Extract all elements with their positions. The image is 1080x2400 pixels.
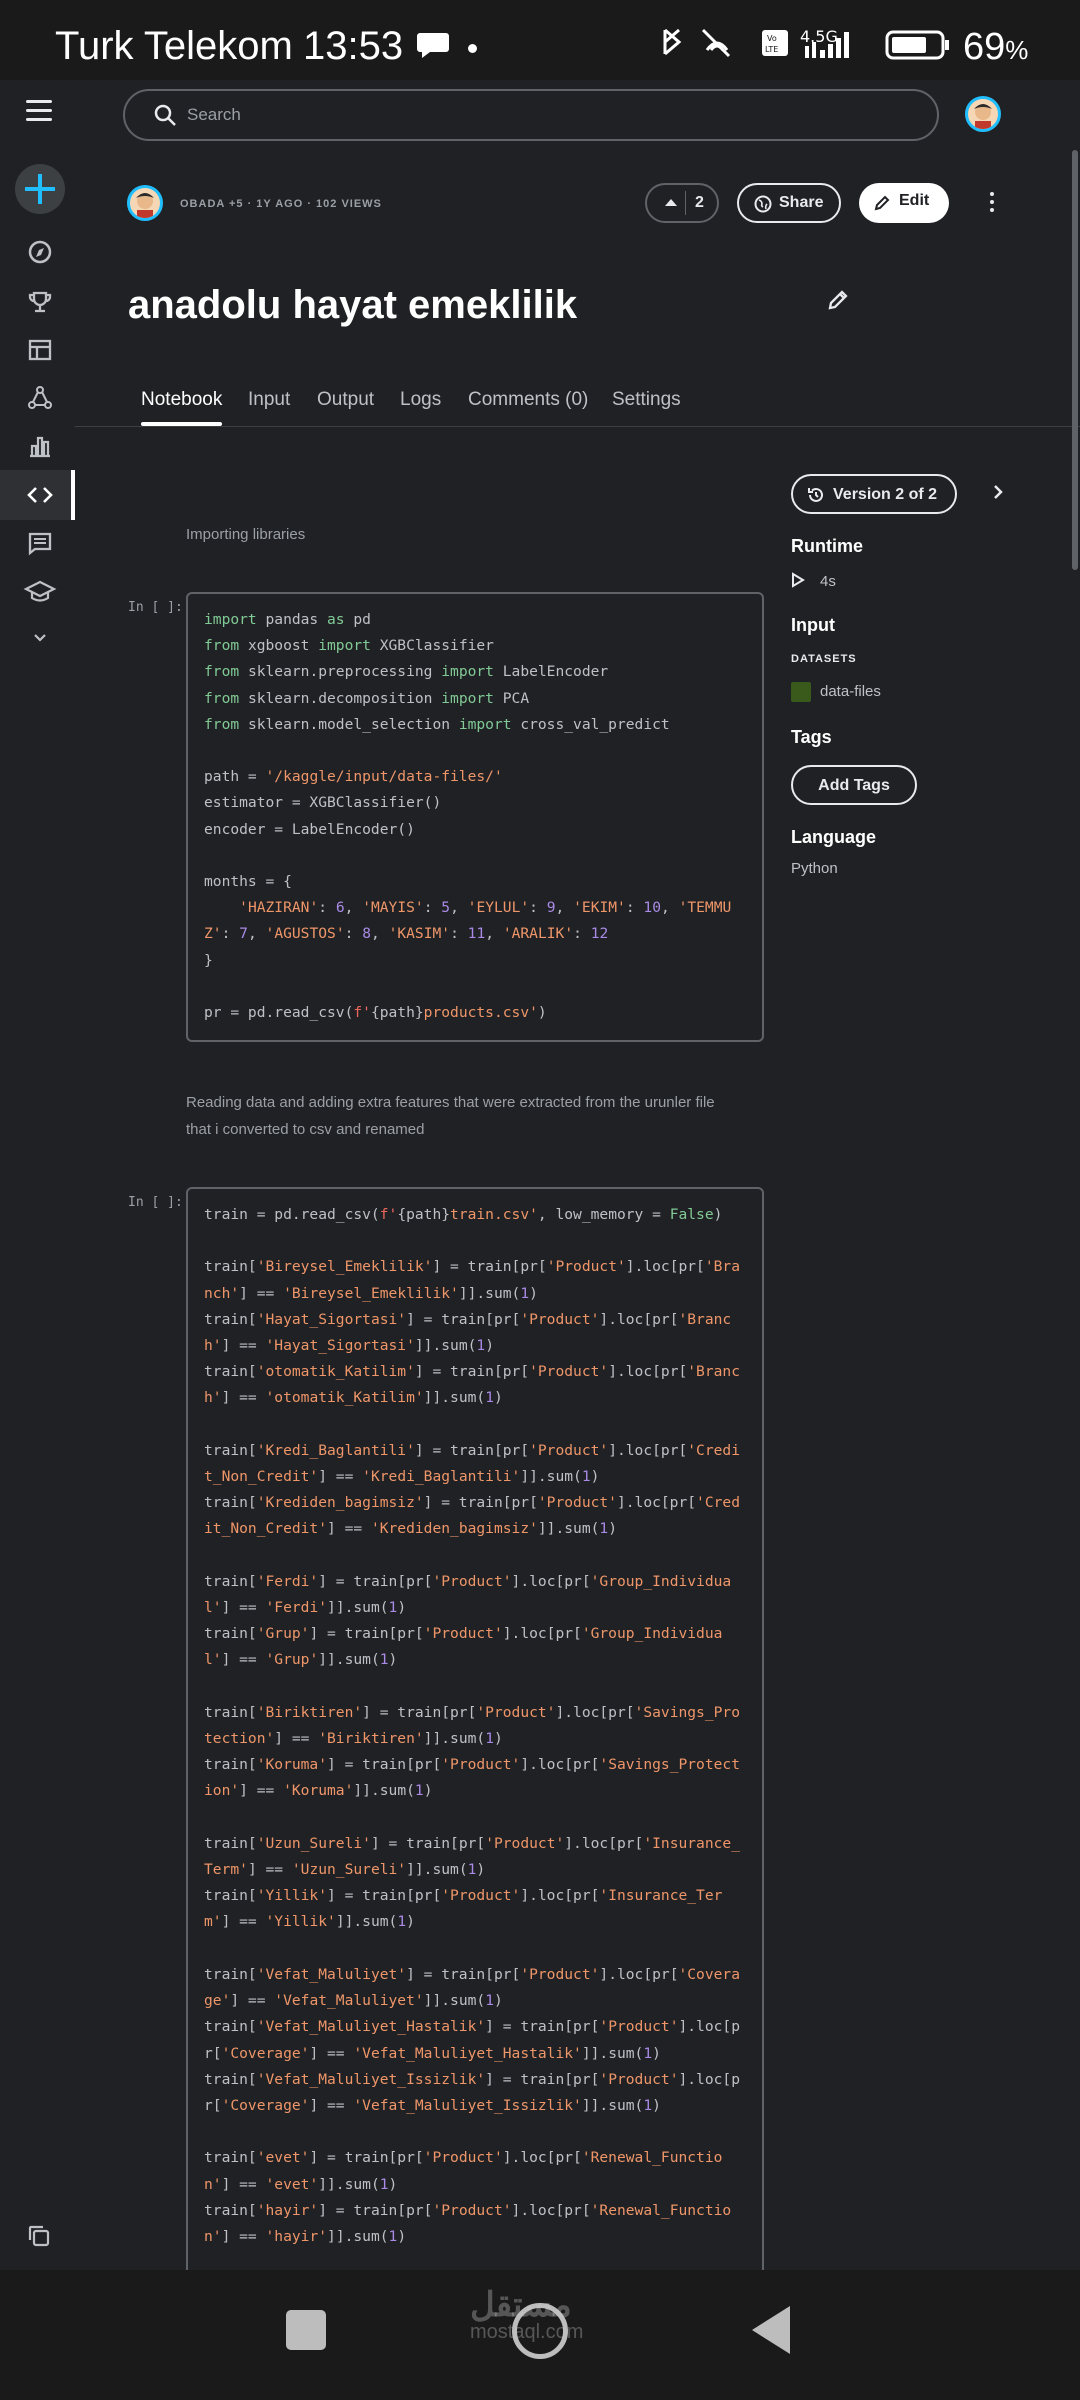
runtime-heading: Runtime: [791, 536, 863, 556]
runtime-value: 4s: [820, 573, 836, 590]
version-button[interactable]: Version 2 of 2: [791, 474, 957, 514]
vote-count: 2: [695, 194, 704, 211]
tab-input[interactable]: Input: [248, 389, 290, 411]
tags-heading: Tags: [791, 727, 832, 747]
chat-bubble-icon: [416, 30, 450, 65]
tab-settings[interactable]: Settings: [612, 389, 681, 411]
search-placeholder: Search: [187, 105, 241, 124]
watermark-latin: mostaql.com: [470, 2321, 584, 2343]
share-button[interactable]: Share: [737, 183, 841, 223]
svg-text:Vo: Vo: [767, 34, 777, 43]
code-cell[interactable]: train = pd.read_csv(f'{path}train.csv', …: [186, 1187, 764, 2287]
pencil-icon: [873, 194, 891, 217]
table-icon[interactable]: [22, 332, 58, 368]
markdown-line: that i converted to csv and renamed: [186, 1121, 425, 1138]
back-button[interactable]: [752, 2306, 790, 2354]
add-tags-button[interactable]: Add Tags: [791, 765, 917, 805]
scrollbar[interactable]: [1072, 150, 1078, 570]
cell-prompt: In [ ]:: [128, 1195, 183, 1210]
models-icon[interactable]: [22, 380, 58, 416]
trophy-icon[interactable]: [22, 284, 58, 320]
recents-button[interactable]: [286, 2310, 326, 2350]
datasets-label: DATASETS: [791, 653, 857, 665]
discussion-icon[interactable]: [22, 525, 58, 561]
search-input[interactable]: Search: [123, 89, 939, 141]
create-button[interactable]: [15, 164, 65, 214]
add-tags-label: Add Tags: [818, 777, 890, 794]
status-icons: Vo LTE 4.5G: [663, 27, 949, 60]
status-bar: Turk Telekom 13:53 Vo LTE 4.5G 69%: [0, 0, 1080, 80]
watermark-arabic: مستقل: [470, 2286, 572, 2324]
language-value: Python: [791, 860, 838, 877]
globe-icon: [754, 195, 772, 218]
share-label: Share: [779, 194, 824, 211]
tab-notebook[interactable]: Notebook: [141, 389, 222, 411]
svg-text:LTE: LTE: [765, 45, 778, 54]
upvote-arrow-icon: [665, 199, 677, 206]
carrier-name: Turk Telekom: [55, 24, 293, 68]
history-icon: [807, 486, 825, 509]
markdown-line: Reading data and adding extra features t…: [186, 1094, 715, 1111]
notification-dot-icon: [468, 44, 477, 53]
notebook-meta: OBADA +5 · 1Y AGO · 102 VIEWS: [180, 198, 382, 210]
language-heading: Language: [791, 827, 877, 847]
edit-title-pencil-icon[interactable]: [826, 288, 850, 317]
chevron-down-icon[interactable]: [22, 620, 58, 656]
dataset-link[interactable]: data-files: [820, 683, 881, 700]
dataset-thumbnail: [791, 682, 811, 702]
input-heading: Input: [791, 615, 835, 635]
version-label: Version 2 of 2: [833, 486, 938, 503]
play-icon: [791, 572, 805, 593]
battery-percent: 69%: [963, 26, 1029, 68]
tab-logs[interactable]: Logs: [400, 389, 441, 411]
tab-comments[interactable]: Comments (0): [468, 389, 588, 411]
tab-output[interactable]: Output: [317, 389, 374, 411]
code-icon[interactable]: [22, 477, 58, 513]
code-block: import pandas as pd from xgboost import …: [204, 611, 732, 1022]
more-options-icon[interactable]: [988, 192, 996, 216]
svg-text:4.5G: 4.5G: [800, 27, 838, 46]
bar-chart-icon[interactable]: [22, 428, 58, 464]
chevron-right-icon[interactable]: [990, 482, 1006, 507]
sidebar: [0, 150, 75, 2270]
search-icon: [153, 103, 177, 132]
page-title: anadolu hayat emeklilik: [128, 283, 578, 327]
hamburger-menu-icon[interactable]: [26, 100, 52, 127]
user-avatar[interactable]: [965, 96, 1001, 132]
markdown-cell: Importing libraries: [186, 526, 306, 543]
watermark: مستقل mostaql.com: [470, 2285, 583, 2344]
compass-icon[interactable]: [22, 234, 58, 270]
learn-cap-icon[interactable]: [22, 574, 58, 610]
upvote-button[interactable]: 2: [645, 183, 719, 223]
cell-prompt: In [ ]:: [128, 600, 183, 615]
author-avatar[interactable]: [127, 185, 163, 221]
markdown-cell: Reading data and adding extra features t…: [186, 1089, 715, 1143]
edit-button[interactable]: Edit: [859, 183, 949, 223]
edit-label: Edit: [899, 192, 930, 209]
code-block: train = pd.read_csv(f'{path}train.csv', …: [204, 1206, 740, 2245]
copy-icon[interactable]: [26, 2223, 52, 2254]
clock: 13:53: [303, 24, 404, 68]
code-cell[interactable]: import pandas as pd from xgboost import …: [186, 592, 764, 1042]
tabs-divider: [75, 426, 1080, 427]
